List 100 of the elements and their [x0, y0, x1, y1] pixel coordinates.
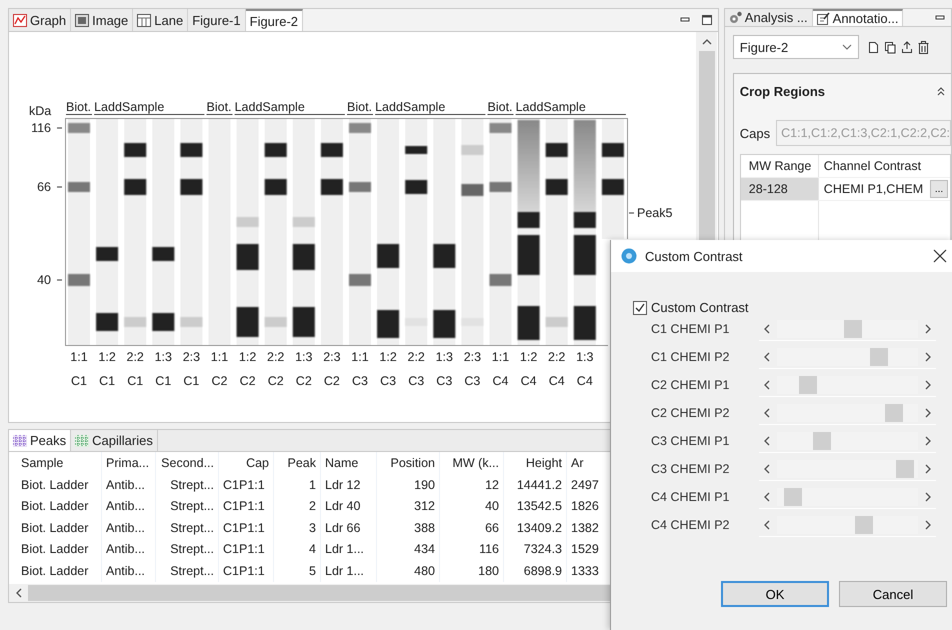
group-label: Biot.: [347, 100, 372, 114]
table-cell: Antib...: [102, 496, 156, 517]
view-tab[interactable]: Graph: [9, 9, 72, 31]
group-label: LaddSample: [375, 100, 446, 114]
view-tab[interactable]: Figure-2: [246, 9, 304, 31]
column-header[interactable]: Peak: [274, 452, 321, 474]
table-cell: 2: [274, 496, 321, 517]
lane-label: 1:2: [379, 350, 397, 364]
lane-label: C2: [324, 374, 340, 388]
section-title: Crop Regions: [740, 84, 826, 98]
column-header[interactable]: Height: [504, 452, 567, 474]
table-cell: 13542.5: [504, 496, 567, 517]
column-header[interactable]: MW Range: [740, 155, 819, 177]
axis-tick-label: 40: [37, 273, 51, 287]
table-cell: 480: [377, 560, 440, 582]
column-header[interactable]: Position: [377, 452, 440, 474]
lane-label: C3: [464, 374, 480, 388]
maximize-icon[interactable]: [700, 14, 713, 26]
table-cell: Strept...: [156, 474, 219, 496]
group-label: Biot.: [488, 100, 513, 114]
table-cell: Biot. Ladder: [17, 538, 102, 560]
slider-thumb[interactable]: [784, 488, 802, 506]
lane-label: C4: [520, 374, 537, 388]
view-tab[interactable]: Image: [71, 9, 134, 31]
table-cell: Strept...: [156, 496, 219, 517]
column-header[interactable]: MW (k...: [440, 452, 504, 474]
table-cell: Antib...: [102, 538, 156, 560]
export-icon[interactable]: [900, 40, 913, 54]
more-button[interactable]: ...: [930, 180, 948, 198]
axis-title: kDa: [29, 104, 52, 118]
ok-button[interactable]: OK: [721, 581, 829, 607]
table-cell: Ldr 1...: [321, 538, 377, 560]
lane-label: 1:2: [238, 350, 256, 364]
slider-thumb[interactable]: [855, 516, 874, 534]
collapse-icon[interactable]: [937, 86, 945, 96]
channel-label: C2 CHEMI P1: [650, 378, 730, 392]
column-header[interactable]: Sample: [17, 452, 102, 474]
table-cell: Ldr 1...: [321, 560, 377, 582]
grid-icon: [137, 14, 152, 26]
table-cell: Antib...: [102, 474, 156, 496]
table-cell: Ldr 40: [321, 496, 377, 517]
lane-label: 1:1: [492, 350, 510, 364]
gear-icon: [728, 11, 742, 24]
cancel-button[interactable]: Cancel: [839, 581, 947, 607]
slider-thumb[interactable]: [844, 320, 862, 338]
view-tab[interactable]: Figure-1: [188, 9, 246, 31]
view-tab[interactable]: Annotatio...: [812, 9, 904, 26]
lane-label: 1:1: [210, 350, 228, 364]
caret-icon: [842, 44, 852, 50]
custom-contrast-checkbox[interactable]: Custom Contrast: [633, 300, 952, 315]
view-tab[interactable]: Analysis ...: [724, 9, 813, 26]
table-cell: Strept...: [156, 538, 219, 560]
close-icon[interactable]: [933, 249, 947, 263]
column-header[interactable]: Prima...: [102, 452, 156, 474]
table-cell: 1: [274, 474, 321, 496]
lane-label: C1: [127, 374, 144, 388]
slider-thumb[interactable]: [799, 376, 818, 394]
view-tab[interactable]: Lane: [133, 9, 188, 31]
lane-label: C4: [576, 374, 593, 388]
chart-icon: [13, 14, 27, 26]
checkbox-icon[interactable]: [633, 300, 647, 314]
scroll-left-icon[interactable]: [15, 588, 22, 598]
table-cell: 388: [377, 517, 440, 538]
table-cell: C1P1:1: [219, 496, 274, 517]
column-header[interactable]: Name: [321, 452, 377, 474]
table-cell: 180: [440, 560, 504, 582]
peak-marker: [628, 212, 634, 214]
lane-label: C4: [492, 374, 508, 388]
slider-thumb[interactable]: [896, 460, 914, 478]
new-document-icon[interactable]: [868, 40, 879, 54]
table-cell: 14441.2: [504, 474, 567, 496]
table-cell: Biot. Ladder: [17, 517, 102, 538]
table-cell: 7324.3: [504, 538, 567, 560]
slider-thumb[interactable]: [813, 432, 832, 450]
figure-dropdown[interactable]: Figure-2: [732, 35, 859, 59]
channel-label: C3 CHEMI P2: [650, 462, 730, 476]
table-cell: C1P1:1: [219, 560, 274, 582]
table-cell: Strept...: [156, 560, 219, 582]
table-cell: 190: [377, 474, 440, 496]
axis-tick-label: 66: [37, 180, 51, 194]
column-header[interactable]: Second...: [156, 452, 219, 474]
scroll-up-icon[interactable]: [702, 38, 712, 45]
slider-thumb[interactable]: [870, 348, 888, 366]
table-cell: C1P1:1: [219, 517, 274, 538]
lane-label: C1: [155, 374, 172, 388]
column-header[interactable]: Channel Contrast: [818, 155, 950, 177]
note-icon: [816, 12, 830, 25]
group-label: LaddSample: [516, 100, 586, 114]
panel-tab[interactable]: Peaks: [9, 430, 72, 451]
lane-label: 1:2: [520, 350, 538, 364]
copy-icon[interactable]: [884, 40, 896, 54]
group-label: LaddSample: [234, 100, 305, 114]
trash-icon[interactable]: [918, 40, 929, 54]
table-cell: 12: [440, 474, 504, 496]
tick-mark: [56, 186, 62, 188]
slider-thumb[interactable]: [885, 404, 904, 422]
column-header[interactable]: Cap: [219, 452, 274, 474]
table-cell: Antib...: [102, 560, 156, 582]
field-label: Caps: [740, 126, 770, 140]
channel-label: C1 CHEMI P2: [650, 350, 730, 364]
